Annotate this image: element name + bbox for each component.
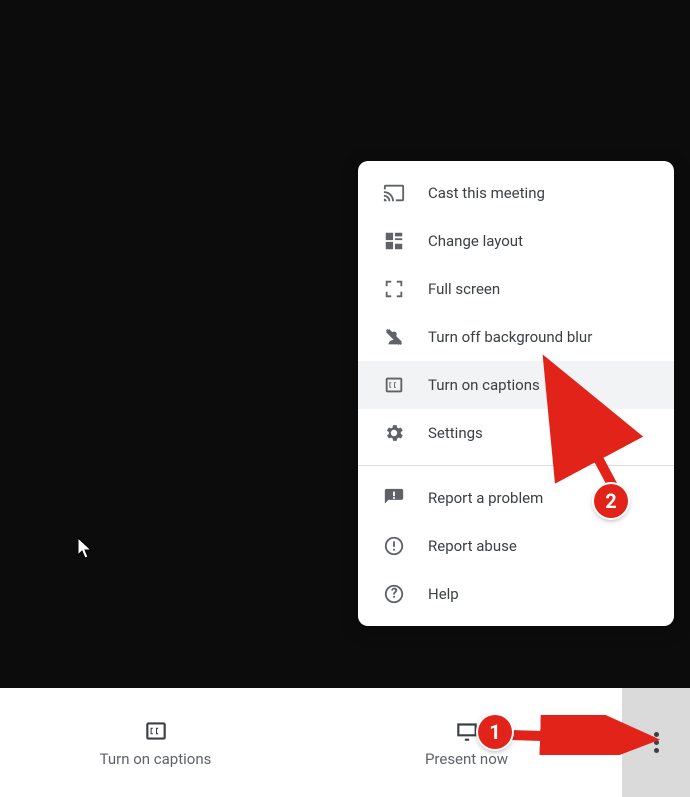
help-icon (382, 582, 406, 606)
present-now-button[interactable]: Present now (311, 688, 622, 797)
fullscreen-icon (382, 277, 406, 301)
menu-label: Help (428, 585, 459, 603)
turn-on-captions-button[interactable]: Turn on captions (0, 688, 311, 797)
menu-item-report-abuse[interactable]: Report abuse (358, 522, 674, 570)
menu-item-cast[interactable]: Cast this meeting (358, 169, 674, 217)
menu-separator (358, 465, 674, 466)
menu-label: Full screen (428, 280, 500, 298)
cast-icon (382, 181, 406, 205)
more-options-button[interactable] (622, 688, 690, 797)
menu-item-fullscreen[interactable]: Full screen (358, 265, 674, 313)
annotation-step-2: 2 (594, 484, 628, 518)
menu-label: Report abuse (428, 537, 517, 555)
menu-item-layout[interactable]: Change layout (358, 217, 674, 265)
cc-icon (382, 373, 406, 397)
menu-label: Turn off background blur (428, 328, 592, 346)
captions-label: Turn on captions (100, 750, 212, 768)
menu-label: Change layout (428, 232, 523, 250)
present-label: Present now (425, 750, 508, 768)
blur-icon (382, 325, 406, 349)
more-options-menu: Cast this meeting Change layout Full scr… (358, 161, 674, 626)
annotation-step-1: 1 (478, 715, 512, 749)
menu-label: Cast this meeting (428, 184, 545, 202)
settings-icon (382, 421, 406, 445)
present-icon (454, 718, 480, 744)
menu-label: Report a problem (428, 489, 543, 507)
layout-icon (382, 229, 406, 253)
menu-item-settings[interactable]: Settings (358, 409, 674, 457)
report-abuse-icon (382, 534, 406, 558)
cc-icon (143, 718, 169, 744)
menu-label: Settings (428, 424, 483, 442)
feedback-icon (382, 486, 406, 510)
menu-label: Turn on captions (428, 376, 540, 394)
menu-item-help[interactable]: Help (358, 570, 674, 618)
more-vert-icon (654, 729, 659, 756)
menu-item-captions[interactable]: Turn on captions (358, 361, 674, 409)
menu-item-background-blur[interactable]: Turn off background blur (358, 313, 674, 361)
control-bar: Turn on captions Present now (0, 688, 690, 797)
